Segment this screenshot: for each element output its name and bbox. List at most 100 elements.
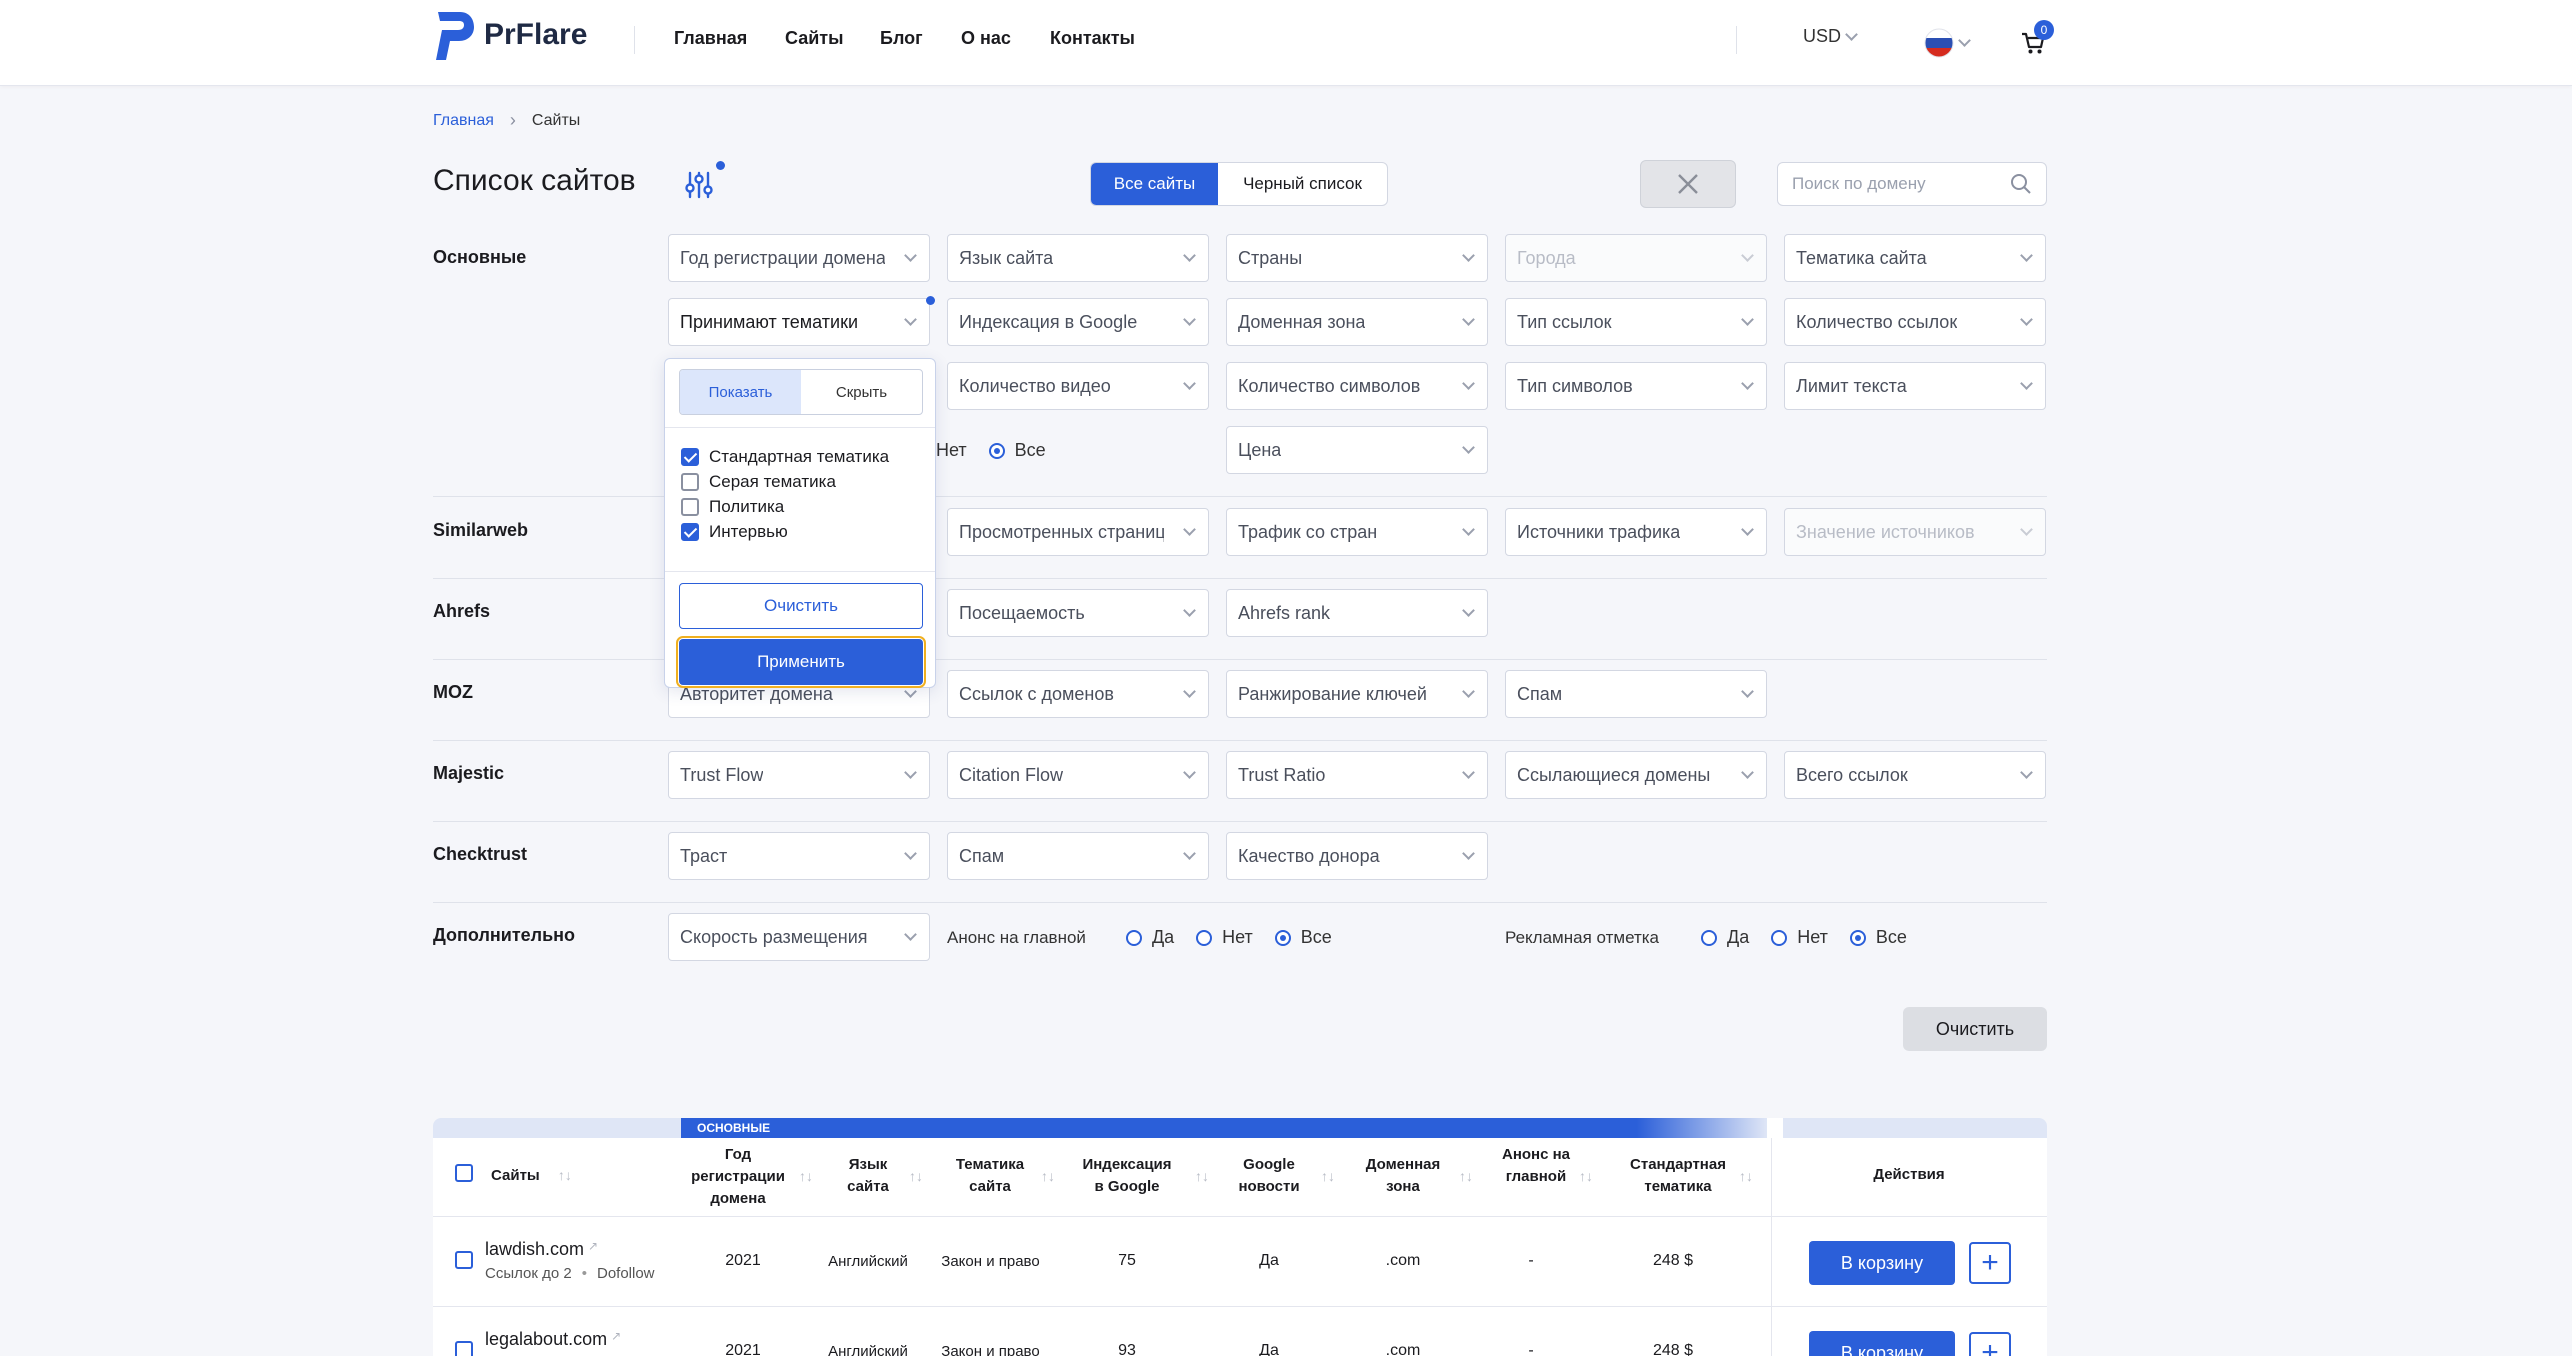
filter-video-count[interactable]: Количество видео	[947, 362, 1209, 410]
nav-blog[interactable]: Блог	[880, 28, 923, 49]
filter-link-count[interactable]: Количество ссылок	[1784, 298, 2046, 346]
row-checkbox[interactable]	[455, 1341, 473, 1356]
sort-icon[interactable]: ↑↓	[1579, 1168, 1593, 1184]
row-checkbox[interactable]	[455, 1251, 473, 1269]
filter-citation-flow[interactable]: Citation Flow	[947, 751, 1209, 799]
filter-domain-zone[interactable]: Доменная зона	[1226, 298, 1488, 346]
select-all-checkbox[interactable]	[455, 1164, 473, 1182]
radio-ad-all[interactable]	[1849, 929, 1866, 946]
filter-link-type[interactable]: Тип ссылок	[1505, 298, 1767, 346]
checkbox[interactable]	[681, 523, 699, 541]
filter-toggle-button[interactable]	[678, 161, 725, 204]
radio-ad-no[interactable]	[1771, 929, 1788, 946]
site-link[interactable]: legalabout.com ↗	[485, 1329, 621, 1350]
filter-char-count[interactable]: Количество символов	[1226, 362, 1488, 410]
plus-icon[interactable]: +	[1969, 1242, 2011, 1284]
tab-blacklist[interactable]: Черный список	[1218, 163, 1387, 205]
filter-char-type[interactable]: Тип символов	[1505, 362, 1767, 410]
nav-home[interactable]: Главная	[674, 28, 747, 49]
logo[interactable]: PrFlare	[432, 8, 587, 62]
toggle-show[interactable]: Показать	[680, 370, 801, 414]
filter-google-index[interactable]: Индексация в Google	[947, 298, 1209, 346]
filter-domain-year[interactable]: Год регистрации домена	[668, 234, 930, 282]
plus-icon[interactable]: +	[1969, 1332, 2011, 1356]
col-standard-topic[interactable]: Стандартная тематика	[1623, 1154, 1733, 1198]
external-link-icon[interactable]: ↗	[588, 1239, 598, 1253]
filter-price[interactable]: Цена	[1226, 426, 1488, 474]
checkbox[interactable]	[681, 473, 699, 491]
sort-icon[interactable]: ↑↓	[1195, 1168, 1209, 1184]
col-sites[interactable]: Сайты ↑↓	[491, 1164, 572, 1187]
option-interview[interactable]: Интервью	[681, 522, 788, 542]
filter-ahrefs-rank[interactable]: Ahrefs rank	[1226, 589, 1488, 637]
filter-text-limit[interactable]: Лимит текста	[1784, 362, 2046, 410]
filter-links-from-domains[interactable]: Ссылок с доменов	[947, 670, 1209, 718]
chevron-down-icon	[1958, 34, 1971, 47]
currency-select[interactable]: USD	[1803, 26, 1858, 47]
chevron-down-icon	[1462, 441, 1475, 454]
checkbox[interactable]	[681, 448, 699, 466]
search-icon[interactable]	[2010, 173, 2032, 195]
filter-total-links[interactable]: Всего ссылок	[1784, 751, 2046, 799]
option-gray-topic[interactable]: Серая тематика	[681, 472, 836, 492]
nav-sites[interactable]: Сайты	[785, 28, 843, 49]
search-input[interactable]	[1792, 174, 1992, 194]
radio-announce-yes[interactable]	[1125, 929, 1142, 946]
sort-icon[interactable]: ↑↓	[1739, 1168, 1753, 1184]
filter-trust[interactable]: Траст	[668, 832, 930, 880]
filter-moz-spam[interactable]: Спам	[1505, 670, 1767, 718]
filter-checktrust-spam[interactable]: Спам	[947, 832, 1209, 880]
nav-contacts[interactable]: Контакты	[1050, 28, 1135, 49]
filter-traffic-sources[interactable]: Источники трафика	[1505, 508, 1767, 556]
site-link[interactable]: lawdish.com ↗	[485, 1239, 598, 1260]
add-to-cart-button[interactable]: В корзину	[1809, 1331, 1955, 1356]
radio-announce-all[interactable]	[1274, 929, 1291, 946]
col-topic[interactable]: Тематика сайта	[945, 1154, 1035, 1198]
popup-clear-button[interactable]: Очистить	[679, 583, 923, 629]
filter-trust-flow[interactable]: Trust Flow	[668, 751, 930, 799]
filter-pages-viewed[interactable]: Просмотренных страниц	[947, 508, 1209, 556]
filter-site-topic[interactable]: Тематика сайта	[1784, 234, 2046, 282]
filter-traffic-countries[interactable]: Трафик со стран	[1226, 508, 1488, 556]
external-link-icon[interactable]: ↗	[611, 1329, 621, 1343]
filter-attendance[interactable]: Посещаемость	[947, 589, 1209, 637]
add-to-cart-button[interactable]: В корзину	[1809, 1241, 1955, 1285]
cell-year: 2021	[725, 1252, 761, 1269]
option-standard-topic[interactable]: Стандартная тематика	[681, 447, 889, 467]
language-select[interactable]	[1924, 28, 1971, 58]
col-google-index[interactable]: Индексация в Google	[1077, 1154, 1177, 1198]
filter-placement-speed[interactable]: Скорость размещения	[668, 913, 930, 961]
col-domain-zone[interactable]: Доменная зона	[1353, 1154, 1453, 1198]
chevron-down-icon	[1183, 847, 1196, 860]
col-announce[interactable]: Анонс на главной	[1501, 1144, 1571, 1188]
popup-apply-button[interactable]: Применить	[676, 636, 926, 688]
nav-about[interactable]: О нас	[961, 28, 1011, 49]
filter-accepted-topics[interactable]: Принимают тематики	[668, 298, 930, 346]
radio-ad-yes[interactable]	[1701, 929, 1718, 946]
sort-icon[interactable]: ↑↓	[1321, 1168, 1335, 1184]
sort-icon[interactable]: ↑↓	[799, 1168, 813, 1184]
filter-site-language[interactable]: Язык сайта	[947, 234, 1209, 282]
sort-icon[interactable]: ↑↓	[1459, 1168, 1473, 1184]
option-politics[interactable]: Политика	[681, 497, 784, 517]
tab-all-sites[interactable]: Все сайты	[1091, 163, 1218, 205]
radio-announce-no[interactable]	[1196, 929, 1213, 946]
cart-button[interactable]: 0	[2018, 20, 2058, 60]
reset-filters-button[interactable]	[1640, 160, 1736, 208]
clear-filters-button[interactable]: Очистить	[1903, 1007, 2047, 1051]
checkbox[interactable]	[681, 498, 699, 516]
radio-all[interactable]	[988, 442, 1005, 459]
filter-referring-domains[interactable]: Ссылающиеся домены	[1505, 751, 1767, 799]
filter-trust-ratio[interactable]: Trust Ratio	[1226, 751, 1488, 799]
sort-icon[interactable]: ↑↓	[558, 1164, 572, 1186]
filter-countries[interactable]: Страны	[1226, 234, 1488, 282]
breadcrumb-home[interactable]: Главная	[433, 112, 494, 130]
col-reg-year[interactable]: Год регистрации домена	[683, 1144, 793, 1210]
filter-keyword-ranking[interactable]: Ранжирование ключей	[1226, 670, 1488, 718]
filter-donor-quality[interactable]: Качество донора	[1226, 832, 1488, 880]
toggle-hide[interactable]: Скрыть	[801, 370, 922, 414]
sort-icon[interactable]: ↑↓	[1041, 1168, 1055, 1184]
col-language[interactable]: Язык сайта	[833, 1154, 903, 1198]
sort-icon[interactable]: ↑↓	[909, 1168, 923, 1184]
col-google-news[interactable]: Google новости	[1229, 1154, 1309, 1198]
